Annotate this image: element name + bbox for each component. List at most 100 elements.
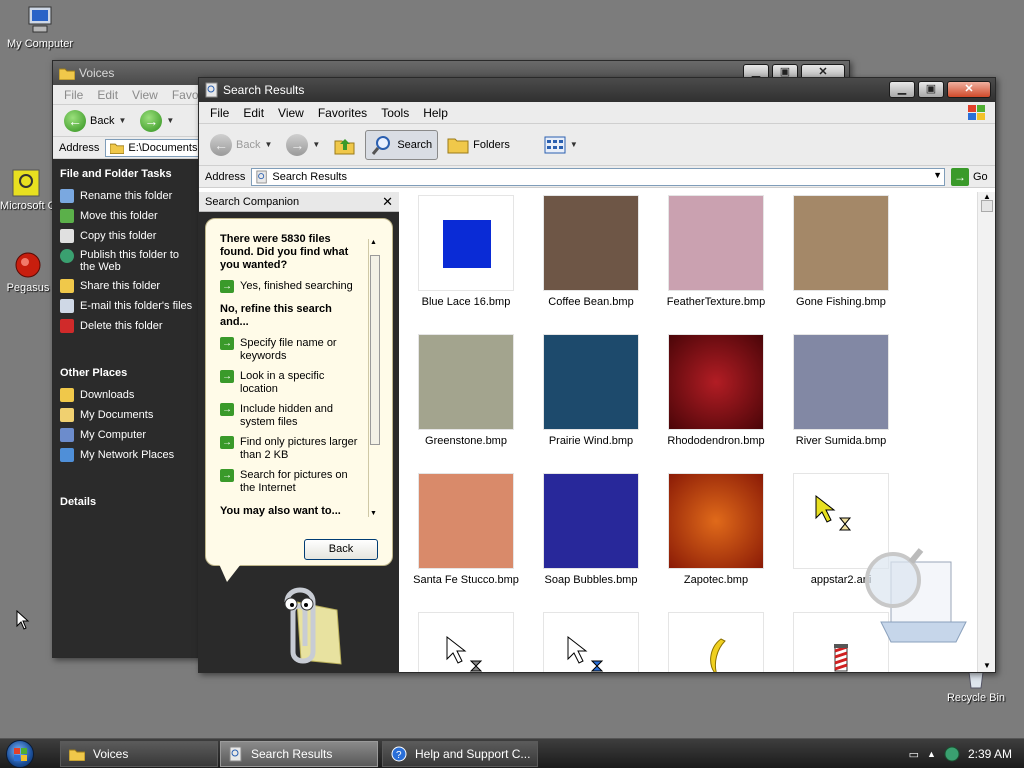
chevron-down-icon[interactable]: ▼ xyxy=(166,116,174,125)
file-thumbnail[interactable]: Zapotec.bmp xyxy=(661,473,771,586)
forward-button[interactable]: → ▼ xyxy=(281,131,325,159)
file-thumbnail[interactable] xyxy=(536,612,646,672)
move-icon xyxy=(60,209,74,223)
option-specific-location[interactable]: → Look in a specific location xyxy=(220,370,362,396)
close-icon[interactable]: ✕ xyxy=(382,194,393,210)
search-results-window[interactable]: Search Results ▁ ▣ ✕ File Edit View Favo… xyxy=(198,77,996,673)
place-my-network[interactable]: My Network Places xyxy=(53,445,198,465)
help-icon: ? xyxy=(391,746,407,762)
place-downloads[interactable]: Downloads xyxy=(53,385,198,405)
chevron-down-icon[interactable]: ▼ xyxy=(118,116,126,125)
task-share-folder[interactable]: Share this folder xyxy=(53,276,198,296)
menu-edit[interactable]: Edit xyxy=(236,106,271,120)
network-icon[interactable] xyxy=(944,746,960,762)
up-folder-button[interactable] xyxy=(329,132,361,158)
file-thumbnail[interactable]: Blue Lace 16.bmp xyxy=(411,195,521,308)
file-name: Prairie Wind.bmp xyxy=(548,435,634,447)
taskbar-item-help-support[interactable]: ? Help and Support C... xyxy=(382,741,538,767)
thumbnail-image xyxy=(668,195,764,291)
views-button[interactable]: ▼ xyxy=(539,133,583,157)
option-larger-pictures[interactable]: → Find only pictures larger than 2 KB xyxy=(220,436,362,462)
file-thumbnail[interactable]: Greenstone.bmp xyxy=(411,334,521,447)
option-hidden-files[interactable]: → Include hidden and system files xyxy=(220,403,362,429)
companion-back-button[interactable]: Back xyxy=(304,539,378,560)
place-my-documents[interactable]: My Documents xyxy=(53,405,198,425)
desktop-icon-label: My Computer xyxy=(6,38,74,50)
chevron-down-icon[interactable]: ▼ xyxy=(264,140,272,149)
start-button[interactable] xyxy=(6,740,34,768)
taskbar-item-voices[interactable]: Voices xyxy=(60,741,218,767)
menu-view[interactable]: View xyxy=(271,106,311,120)
folders-button[interactable]: Folders xyxy=(442,133,515,157)
forward-button[interactable]: → ▼ xyxy=(135,107,179,135)
task-rename-folder[interactable]: Rename this folder xyxy=(53,186,198,206)
menu-view[interactable]: View xyxy=(125,88,165,102)
thumbnail-image xyxy=(793,334,889,430)
search-titlebar[interactable]: Search Results ▁ ▣ ✕ xyxy=(199,78,995,102)
back-button[interactable]: ← Back ▼ xyxy=(59,107,131,135)
close-button[interactable]: ✕ xyxy=(947,81,991,98)
file-thumbnail[interactable]: River Sumida.bmp xyxy=(786,334,896,447)
desktop-icon-pegasus[interactable]: Pegasus xyxy=(0,250,56,294)
cursor-hourglass-icon xyxy=(815,494,852,531)
file-thumbnail[interactable]: Soap Bubbles.bmp xyxy=(536,473,646,586)
search-button[interactable]: Search xyxy=(365,129,439,160)
minimize-button[interactable]: ▁ xyxy=(889,81,915,98)
file-thumbnail[interactable]: Santa Fe Stucco.bmp xyxy=(411,473,521,586)
file-thumbnail[interactable]: Gone Fishing.bmp xyxy=(786,195,896,308)
task-email-folder[interactable]: E-mail this folder's files xyxy=(53,296,198,316)
show-hidden-icons-icon[interactable]: ▲ xyxy=(927,749,936,759)
cursor-hourglass-icon xyxy=(567,635,604,672)
details-header[interactable]: Details xyxy=(53,487,198,514)
go-button[interactable]: → Go xyxy=(945,167,995,186)
menu-tools[interactable]: Tools xyxy=(374,106,416,120)
keyboard-icon[interactable]: ▭ xyxy=(909,748,919,761)
results-scrollbar[interactable]: ▲ ▼ xyxy=(977,192,995,672)
scrollbar-thumb[interactable] xyxy=(981,200,993,212)
menu-file[interactable]: File xyxy=(203,106,236,120)
other-places-header: Other Places xyxy=(60,367,128,379)
cursor-hourglass-icon xyxy=(446,635,483,672)
file-thumbnail[interactable]: FeatherTexture.bmp xyxy=(661,195,771,308)
file-name: River Sumida.bmp xyxy=(795,435,887,447)
thumbnail-image xyxy=(793,195,889,291)
scrollbar-thumb[interactable] xyxy=(370,255,380,445)
menu-help[interactable]: Help xyxy=(416,106,455,120)
option-specify-name[interactable]: → Specify file name or keywords xyxy=(220,337,362,363)
taskbar-item-search-results[interactable]: Search Results xyxy=(220,741,378,767)
task-copy-folder[interactable]: Copy this folder xyxy=(53,226,198,246)
folder-icon xyxy=(60,388,74,402)
desktop-icon-my-computer[interactable]: My Computer xyxy=(0,4,80,50)
place-my-computer[interactable]: My Computer xyxy=(53,425,198,445)
clock[interactable]: 2:39 AM xyxy=(968,747,1012,761)
file-thumbnail[interactable] xyxy=(661,612,771,672)
file-thumbnail[interactable]: Rhododendron.bmp xyxy=(661,334,771,447)
results-view[interactable]: Blue Lace 16.bmp Coffee Bean.bmp Feather… xyxy=(399,192,977,672)
task-delete-folder[interactable]: Delete this folder xyxy=(53,316,198,336)
search-menubar: File Edit View Favorites Tools Help xyxy=(199,102,995,124)
pegasus-icon xyxy=(15,252,41,278)
menu-edit[interactable]: Edit xyxy=(90,88,125,102)
balloon-scrollbar[interactable]: ▲ ▼ xyxy=(368,239,380,517)
address-input[interactable]: Search Results ▼ xyxy=(251,167,945,186)
file-thumbnail[interactable]: Coffee Bean.bmp xyxy=(536,195,646,308)
task-move-folder[interactable]: Move this folder xyxy=(53,206,198,226)
file-thumbnail[interactable] xyxy=(411,612,521,672)
menu-favorites[interactable]: Favorites xyxy=(311,106,374,120)
menu-file[interactable]: File xyxy=(57,88,90,102)
maximize-button[interactable]: ▣ xyxy=(918,81,944,98)
voices-task-pane: File and Folder Tasks Rename this folder… xyxy=(53,159,198,657)
task-publish-folder[interactable]: Publish this folder to the Web xyxy=(53,246,198,276)
search-document-icon xyxy=(229,746,242,762)
back-button[interactable]: ← Back ▼ xyxy=(205,131,277,159)
chevron-down-icon[interactable]: ▼ xyxy=(312,140,320,149)
option-finished-searching[interactable]: → Yes, finished searching xyxy=(220,280,362,293)
search-address-bar: Address Search Results ▼ → Go xyxy=(199,166,995,188)
option-search-internet[interactable]: → Search for pictures on the Internet xyxy=(220,469,362,495)
desktop-icon-outlook[interactable]: Microsoft Outlook xyxy=(0,168,52,212)
window-title: Voices xyxy=(79,66,115,80)
search-animation-icon xyxy=(865,548,967,643)
file-thumbnail[interactable]: Prairie Wind.bmp xyxy=(536,334,646,447)
address-dropdown-icon[interactable]: ▼ xyxy=(933,170,942,180)
email-icon xyxy=(60,299,74,313)
